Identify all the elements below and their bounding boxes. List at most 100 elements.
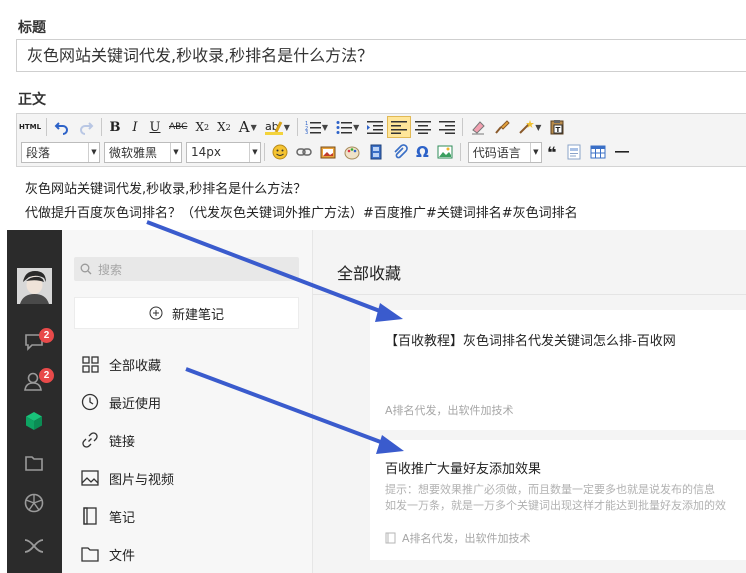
code-language-select[interactable]: 代码语言 ▼	[467, 141, 542, 163]
blockquote-icon[interactable]: ❝	[542, 141, 562, 163]
indent-icon[interactable]	[363, 116, 387, 138]
toolbar-divider	[459, 143, 461, 161]
nav-item-media[interactable]: 图片与视频	[80, 466, 174, 490]
font-size-select[interactable]: 14px ▼	[186, 141, 261, 163]
nav-label: 链接	[109, 434, 136, 450]
emoji-icon[interactable]	[268, 141, 292, 163]
redo-icon[interactable]	[74, 116, 98, 138]
horizontal-rule-icon[interactable]	[610, 141, 634, 163]
eraser-icon[interactable]	[466, 116, 490, 138]
image-manager-icon[interactable]	[433, 141, 457, 163]
search-placeholder: 搜索	[98, 262, 123, 277]
italic-button[interactable]: I	[125, 116, 145, 138]
card-title: 【百收教程】灰色词排名代发关键词怎么排-百收网	[385, 334, 676, 349]
insert-image-icon[interactable]	[316, 141, 340, 163]
body-line[interactable]: 代做提升百度灰色词排名？（代发灰色关键词外推广方法）#百度推广#关键词排名#灰色…	[25, 202, 578, 221]
nav-label: 文件	[109, 548, 136, 564]
bold-button[interactable]: B	[105, 116, 125, 138]
underline-button[interactable]: U	[145, 116, 165, 138]
left-rail: 2 2	[7, 230, 62, 573]
contacts-badge: 2	[39, 368, 54, 383]
search-input[interactable]: 搜索	[74, 257, 299, 281]
body-label: 正文	[18, 92, 46, 108]
body-line[interactable]: 灰色网站关键词代发,秒收录,秒排名是什么方法？	[25, 178, 306, 197]
subscript-button[interactable]: X2	[213, 116, 235, 138]
plus-circle-icon	[149, 306, 163, 320]
nav-item-all-favorites[interactable]: 全部收藏	[80, 352, 161, 376]
toolbar-row-1: HTML B I U ABC X2 X2 A ▼ ab ▼ 1 2 3 ▼ ▼ …	[17, 115, 569, 139]
favorites-sidebar: 搜索 新建笔记 全部收藏 最近使用 链接 图片与视频 笔记 文件	[62, 230, 312, 573]
paragraph-select[interactable]: 段落 ▼	[21, 141, 100, 163]
favorites-cube-icon[interactable]	[23, 410, 45, 432]
favorite-card[interactable]: 【百收教程】灰色词排名代发关键词怎么排-百收网 A排名代发，出软件加技术	[370, 310, 746, 430]
nav-item-recent[interactable]: 最近使用	[80, 390, 161, 414]
image-icon	[80, 468, 100, 488]
align-center-icon[interactable]	[411, 116, 435, 138]
toolbar-divider	[462, 118, 464, 136]
new-note-button[interactable]: 新建笔记	[74, 297, 299, 329]
editor-toolbar: HTML B I U ABC X2 X2 A ▼ ab ▼ 1 2 3 ▼ ▼ …	[16, 113, 746, 167]
undo-icon[interactable]	[50, 116, 74, 138]
link-icon	[80, 430, 100, 450]
strikethrough-button[interactable]: ABC	[165, 116, 191, 138]
nav-item-links[interactable]: 链接	[80, 428, 135, 452]
card-meta: A排名代发，出软件加技术	[385, 404, 514, 417]
screenshot: 标题 灰色网站关键词代发,秒收录,秒排名是什么方法？ 正文 HTML B I U…	[0, 0, 746, 573]
favorite-card[interactable]: 百收推广大量好友添加效果 提示：想要效果推广必须做，而且数量一定要多也就是说发布…	[370, 440, 746, 560]
divider	[313, 294, 746, 295]
html-source-button[interactable]: HTML	[17, 116, 43, 138]
clock-icon	[80, 392, 100, 412]
folder-icon	[80, 544, 100, 564]
card-meta-row: A排名代发，出软件加技术	[385, 530, 531, 546]
card-title: 百收推广大量好友添加效果	[385, 462, 542, 477]
nav-label: 图片与视频	[109, 472, 175, 488]
link-icon[interactable]	[292, 141, 316, 163]
svg-text:3: 3	[305, 130, 308, 134]
favorites-content: 全部收藏 【百收教程】灰色词排名代发关键词怎么排-百收网 A排名代发，出软件加技…	[312, 230, 746, 573]
align-left-icon[interactable]	[387, 116, 412, 138]
attachment-icon[interactable]	[388, 141, 412, 163]
align-right-icon[interactable]	[435, 116, 459, 138]
toolbar-divider	[264, 143, 265, 161]
card-snippet-line: 提示：想要效果推广必须做，而且数量一定要多也就是说发布的信息	[385, 483, 715, 496]
nav-label: 笔记	[109, 510, 136, 526]
font-family-select[interactable]: 微软雅黑 ▼	[104, 141, 182, 163]
title-input[interactable]: 灰色网站关键词代发,秒收录,秒排名是什么方法？	[16, 39, 746, 72]
template-icon[interactable]	[562, 141, 586, 163]
toolbar-divider	[101, 118, 102, 136]
scrawl-icon[interactable]	[340, 141, 364, 163]
unordered-list-icon[interactable]: ▼	[332, 116, 363, 138]
nav-label: 最近使用	[109, 396, 162, 412]
ordered-list-icon[interactable]: 1 2 3 ▼	[301, 116, 332, 138]
superscript-button[interactable]: X2	[191, 116, 213, 138]
font-color-button[interactable]: A ▼	[235, 116, 261, 138]
highlight-icon[interactable]: ab ▼	[261, 116, 294, 138]
toolbar-row-2: 段落 ▼ 微软雅黑 ▼ 14px ▼ Ω 代码语言 ▼ ❝	[17, 140, 634, 164]
note-icon	[80, 506, 100, 526]
card-meta: A排名代发，出软件加技术	[402, 532, 531, 545]
table-icon[interactable]	[586, 141, 610, 163]
search-icon	[80, 263, 92, 275]
chat-badge: 2	[39, 328, 54, 343]
grid-icon	[80, 354, 100, 374]
format-brush-icon[interactable]	[490, 116, 514, 138]
card-snippet-line: 如发一万条，就是一万多个关键词出现这样才能达到批量好友添加的效	[385, 499, 726, 512]
nav-item-files[interactable]: 文件	[80, 542, 135, 566]
nav-item-notes[interactable]: 笔记	[80, 504, 135, 528]
avatar[interactable]	[17, 268, 52, 304]
moments-icon[interactable]	[23, 492, 45, 514]
toolbar-divider	[46, 118, 47, 136]
insert-video-icon[interactable]	[364, 141, 388, 163]
new-note-label: 新建笔记	[171, 307, 224, 323]
note-icon	[385, 532, 396, 544]
folder-icon[interactable]	[23, 452, 45, 474]
special-chars-button[interactable]: Ω	[412, 141, 433, 163]
magic-wand-icon[interactable]: ▼	[514, 116, 545, 138]
page-title: 全部收藏	[337, 264, 402, 283]
title-label: 标题	[18, 20, 46, 36]
svg-text:T: T	[556, 126, 561, 134]
nav-label: 全部收藏	[109, 358, 162, 374]
toolbar-divider	[296, 118, 298, 136]
paste-icon[interactable]: T	[545, 116, 569, 138]
mini-program-icon[interactable]	[23, 535, 45, 557]
